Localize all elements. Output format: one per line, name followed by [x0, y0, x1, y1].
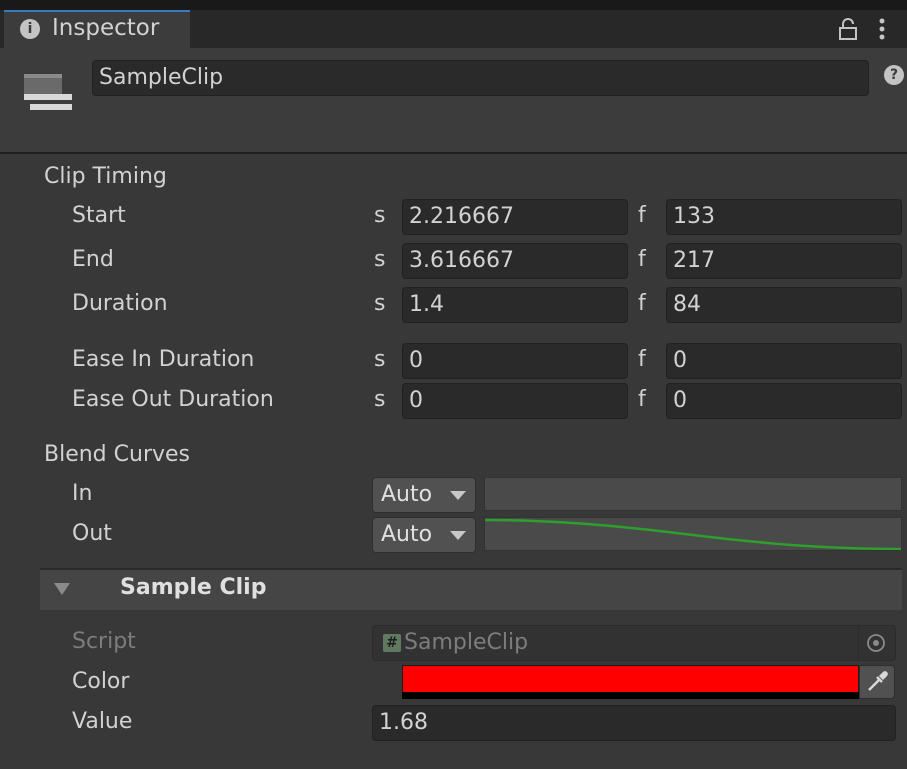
kebab-menu-icon[interactable] — [874, 16, 890, 42]
blend-in-dropdown-value: Auto — [381, 482, 433, 507]
duration-frames-field[interactable]: 84 — [666, 287, 902, 323]
chevron-down-icon — [450, 491, 466, 500]
end-seconds-field[interactable]: 3.616667 — [402, 243, 628, 279]
ease-out-frames-field[interactable]: 0 — [666, 383, 902, 419]
duration-label: Duration — [72, 291, 168, 316]
ease-in-label: Ease In Duration — [72, 347, 255, 372]
blend-in-curve-preview[interactable] — [484, 477, 902, 511]
start-seconds-unit: s — [374, 203, 386, 228]
timeline-clip-icon — [24, 74, 72, 110]
start-seconds-field[interactable]: 2.216667 — [402, 199, 628, 235]
blend-out-curve — [484, 518, 902, 551]
color-label: Color — [72, 669, 130, 694]
blend-in-label: In — [72, 481, 93, 506]
tab-label: Inspector — [52, 15, 160, 41]
clip-timing-header: Clip Timing — [44, 164, 167, 189]
eyedropper-button[interactable] — [859, 665, 895, 699]
end-seconds-unit: s — [374, 247, 386, 272]
info-icon: i — [20, 19, 40, 39]
start-frames-unit: f — [638, 203, 646, 228]
end-label: End — [72, 247, 114, 272]
ease-in-seconds-unit: s — [374, 347, 386, 372]
header-divider — [0, 152, 907, 154]
end-frames-field[interactable]: 217 — [666, 243, 902, 279]
object-picker-icon[interactable] — [866, 633, 886, 653]
duration-seconds-field[interactable]: 1.4 — [402, 287, 628, 323]
ease-in-frames-field[interactable]: 0 — [666, 343, 902, 379]
duration-frames-unit: f — [638, 291, 646, 316]
help-icon[interactable]: ? — [884, 65, 904, 85]
script-value: SampleClip — [404, 630, 529, 655]
end-frames-unit: f — [638, 247, 646, 272]
ease-out-seconds-unit: s — [374, 387, 386, 412]
blend-curves-header: Blend Curves — [44, 442, 191, 467]
ease-out-seconds-field[interactable]: 0 — [402, 383, 628, 419]
chevron-down-icon — [450, 531, 466, 540]
color-alpha-bar — [402, 692, 859, 699]
start-frames-field[interactable]: 133 — [666, 199, 902, 235]
blend-out-label: Out — [72, 521, 112, 546]
blend-out-dropdown-value: Auto — [381, 522, 433, 547]
lock-icon[interactable] — [838, 18, 858, 40]
value-field[interactable]: 1.68 — [372, 705, 896, 741]
value-label: Value — [72, 709, 133, 734]
script-label: Script — [72, 629, 136, 654]
sample-clip-title: Sample Clip — [120, 575, 267, 600]
script-file-icon: # — [383, 634, 401, 652]
foldout-arrow-icon[interactable] — [54, 583, 70, 595]
ease-in-frames-unit: f — [638, 347, 646, 372]
ease-in-seconds-field[interactable]: 0 — [402, 343, 628, 379]
asset-name-field[interactable]: SampleClip — [92, 60, 869, 96]
blend-out-curve-preview[interactable] — [484, 517, 902, 551]
eyedropper-icon — [868, 671, 888, 691]
ease-out-frames-unit: f — [638, 387, 646, 412]
start-label: Start — [72, 203, 126, 228]
duration-seconds-unit: s — [374, 291, 386, 316]
picker-divider — [858, 626, 859, 660]
window-top-bar — [0, 0, 907, 10]
ease-out-label: Ease Out Duration — [72, 387, 274, 412]
